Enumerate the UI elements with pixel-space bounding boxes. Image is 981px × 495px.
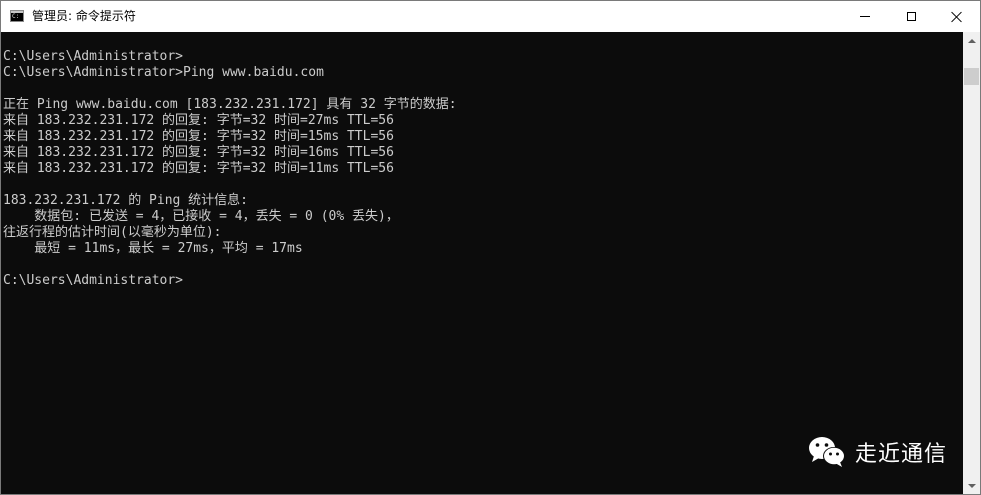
console-line: 正在 Ping www.baidu.com [183.232.231.172] … <box>3 97 457 112</box>
console-line: 往返行程的估计时间(以毫秒为单位): <box>3 225 222 240</box>
watermark-text: 走近通信 <box>855 442 948 467</box>
watermark: 走近通信 <box>807 433 947 471</box>
maximize-icon <box>906 12 916 21</box>
console-line: 来自 183.232.231.172 的回复: 字节=32 时间=16ms TT… <box>3 145 394 160</box>
console-line: 数据包: 已发送 = 4，已接收 = 4，丢失 = 0 (0% 丢失)， <box>3 209 399 224</box>
console-output[interactable]: C:\Users\Administrator> C:\Users\Administ… <box>1 32 963 494</box>
chevron-down-icon <box>967 483 976 488</box>
cmd-icon[interactable] <box>10 10 24 22</box>
maximize-button[interactable] <box>888 1 934 32</box>
command-prompt-window: 管理员: 命令提示符 C:\Users\Administrator>C:\Use… <box>0 0 981 495</box>
console-line: 来自 183.232.231.172 的回复: 字节=32 时间=15ms TT… <box>3 129 394 144</box>
scroll-thumb[interactable] <box>964 68 979 85</box>
console-line: 最短 = 11ms，最长 = 27ms，平均 = 17ms <box>3 241 303 256</box>
console-line: C:\Users\Administrator>Ping www.baidu.co… <box>3 65 324 80</box>
wechat-icon <box>809 437 845 467</box>
console-line: C:\Users\Administrator> <box>3 273 184 288</box>
title-bar[interactable]: 管理员: 命令提示符 <box>1 1 980 32</box>
minimize-icon <box>860 16 870 17</box>
console-line: 来自 183.232.231.172 的回复: 字节=32 时间=27ms TT… <box>3 113 394 128</box>
close-icon <box>951 11 963 23</box>
minimize-button[interactable] <box>842 1 888 32</box>
scroll-up-button[interactable] <box>963 32 980 49</box>
close-button[interactable] <box>934 1 980 32</box>
scroll-down-button[interactable] <box>963 477 980 494</box>
console-line: 来自 183.232.231.172 的回复: 字节=32 时间=11ms TT… <box>3 161 394 176</box>
window-title: 管理员: 命令提示符 <box>32 9 136 23</box>
vertical-scrollbar[interactable] <box>963 32 980 494</box>
console-lines: C:\Users\Administrator> C:\Users\Administ… <box>3 49 457 289</box>
chevron-up-icon <box>967 38 976 43</box>
console-line: C:\Users\Administrator> <box>3 49 184 64</box>
console-line: 183.232.231.172 的 Ping 统计信息: <box>3 193 249 208</box>
